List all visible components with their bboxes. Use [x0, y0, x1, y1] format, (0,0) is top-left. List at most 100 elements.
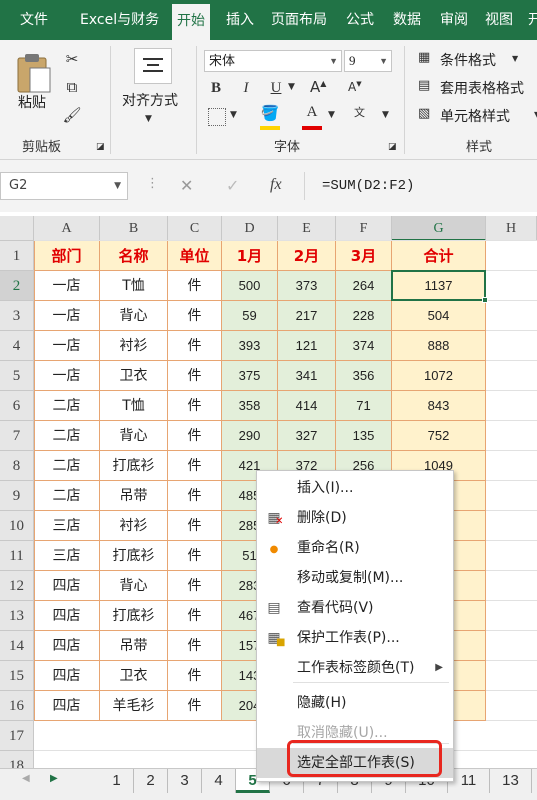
tab-formulas[interactable]: 公式	[346, 0, 374, 40]
table-format-icon[interactable]: ▤	[418, 78, 430, 93]
table-cell[interactable]: 888	[392, 331, 486, 361]
table-cell[interactable]: 121	[278, 331, 336, 361]
row-header-6[interactable]: 6	[0, 391, 34, 421]
table-header-cell[interactable]: 名称	[100, 241, 168, 271]
fill-color-icon[interactable]: 🪣	[260, 104, 280, 130]
row-header-5[interactable]: 5	[0, 361, 34, 391]
table-cell[interactable]: 件	[168, 361, 222, 391]
row-header-13[interactable]: 13	[0, 601, 34, 631]
tab-page-layout[interactable]: 页面布局	[271, 0, 327, 40]
table-cell[interactable]: 件	[168, 421, 222, 451]
table-cell[interactable]: 卫衣	[100, 661, 168, 691]
table-header-cell[interactable]: 3月	[336, 241, 392, 271]
table-cell[interactable]: 打底衫	[100, 541, 168, 571]
table-cell[interactable]: 衬衫	[100, 511, 168, 541]
scroll-left-icon[interactable]: ◀	[22, 773, 30, 784]
row-header-3[interactable]: 3	[0, 301, 34, 331]
context-menu-item[interactable]: ▦ ■ 保护工作表(P)...	[257, 623, 453, 653]
column-header-e[interactable]: E	[278, 216, 336, 241]
formula-input[interactable]: =SUM(D2:F2)	[322, 172, 414, 200]
table-cell[interactable]: 打底衫	[100, 451, 168, 481]
column-header-g[interactable]: G	[392, 216, 486, 241]
font-smaller-icon[interactable]: A▼	[348, 80, 362, 94]
paste-label[interactable]: 粘贴	[18, 92, 46, 112]
table-cell[interactable]: 一店	[34, 301, 100, 331]
table-cell[interactable]: 71	[336, 391, 392, 421]
row-header-18[interactable]: 18	[0, 751, 34, 768]
context-menu-item[interactable]: 插入(I)...	[257, 473, 453, 503]
font-name-select[interactable]: 宋体 ▼	[204, 50, 342, 72]
table-cell[interactable]: 356	[336, 361, 392, 391]
table-cell[interactable]: 吊带	[100, 631, 168, 661]
row-header-17[interactable]: 17	[0, 721, 34, 751]
context-menu-item[interactable]: ▤ 查看代码(V)	[257, 593, 453, 623]
column-header-a[interactable]: A	[34, 216, 100, 241]
sheet-tab-2[interactable]: 2	[134, 769, 168, 793]
context-menu-item[interactable]: ▦ ✕ 删除(D)	[257, 503, 453, 533]
table-cell[interactable]: 二店	[34, 481, 100, 511]
table-cell[interactable]: 217	[278, 301, 336, 331]
table-cell[interactable]: 375	[222, 361, 278, 391]
table-cell[interactable]: 衬衫	[100, 331, 168, 361]
table-cell[interactable]: 卫衣	[100, 361, 168, 391]
table-cell[interactable]: 件	[168, 271, 222, 301]
tab-data[interactable]: 数据	[393, 0, 421, 40]
row-header-1[interactable]: 1	[0, 241, 34, 271]
row-header-14[interactable]: 14	[0, 631, 34, 661]
table-cell[interactable]: 件	[168, 631, 222, 661]
row-header-2[interactable]: 2	[0, 271, 34, 301]
table-cell[interactable]: 228	[336, 301, 392, 331]
tab-review[interactable]: 审阅	[440, 0, 468, 40]
table-cell[interactable]: 一店	[34, 271, 100, 301]
table-cell[interactable]: 件	[168, 301, 222, 331]
chevron-down-icon[interactable]: ▼	[512, 54, 518, 63]
table-header-cell[interactable]: 合计	[392, 241, 486, 271]
sheet-tab-1[interactable]: 1	[100, 769, 134, 793]
sheet-tab-3[interactable]: 3	[168, 769, 202, 793]
insert-function-icon[interactable]: fx	[270, 176, 282, 194]
table-cell[interactable]: 四店	[34, 691, 100, 721]
enter-icon[interactable]: ✓	[226, 176, 239, 195]
table-cell[interactable]: 背心	[100, 571, 168, 601]
table-cell[interactable]: 件	[168, 661, 222, 691]
table-header-cell[interactable]: 单位	[168, 241, 222, 271]
table-cell[interactable]: 327	[278, 421, 336, 451]
table-cell[interactable]: 341	[278, 361, 336, 391]
tab-insert[interactable]: 插入	[226, 0, 254, 40]
chevron-down-icon[interactable]: ▼	[328, 110, 335, 120]
table-cell[interactable]: 件	[168, 511, 222, 541]
table-cell[interactable]: 290	[222, 421, 278, 451]
scroll-right-icon[interactable]: ▶	[50, 773, 58, 784]
table-cell[interactable]: 843	[392, 391, 486, 421]
alignment-label[interactable]: 对齐方式	[122, 90, 178, 110]
table-cell[interactable]: 二店	[34, 451, 100, 481]
row-header-10[interactable]: 10	[0, 511, 34, 541]
context-menu-item[interactable]: 移动或复制(M)...	[257, 563, 453, 593]
table-cell[interactable]: 背心	[100, 421, 168, 451]
table-cell[interactable]: 件	[168, 571, 222, 601]
column-header-h[interactable]: H	[486, 216, 537, 241]
table-cell[interactable]: 四店	[34, 661, 100, 691]
tab-developer[interactable]: 开	[528, 0, 537, 40]
underline-button[interactable]: U	[268, 80, 284, 97]
table-header-cell[interactable]: 部门	[34, 241, 100, 271]
cut-icon[interactable]: ✂	[62, 50, 82, 68]
tab-home[interactable]: 开始	[172, 4, 210, 40]
table-cell[interactable]: T恤	[100, 391, 168, 421]
sheet-tab-11[interactable]: 11	[448, 769, 490, 793]
table-cell[interactable]: 四店	[34, 601, 100, 631]
cell-styles-button[interactable]: 单元格样式	[440, 106, 510, 126]
active-cell-selection[interactable]	[391, 270, 488, 303]
row-header-11[interactable]: 11	[0, 541, 34, 571]
select-all-corner[interactable]	[0, 216, 34, 241]
row-header-4[interactable]: 4	[0, 331, 34, 361]
table-cell[interactable]: 358	[222, 391, 278, 421]
chevron-down-icon[interactable]: ▼	[382, 110, 389, 120]
table-cell[interactable]: 373	[278, 271, 336, 301]
table-cell[interactable]: 393	[222, 331, 278, 361]
dialog-launcher-icon[interactable]: ◪	[96, 142, 105, 152]
context-menu-item[interactable]: 工作表标签颜色(T) ▶	[257, 653, 453, 683]
table-cell[interactable]: 374	[336, 331, 392, 361]
column-header-b[interactable]: B	[100, 216, 168, 241]
cell-style-icon[interactable]: ▧	[418, 106, 430, 121]
